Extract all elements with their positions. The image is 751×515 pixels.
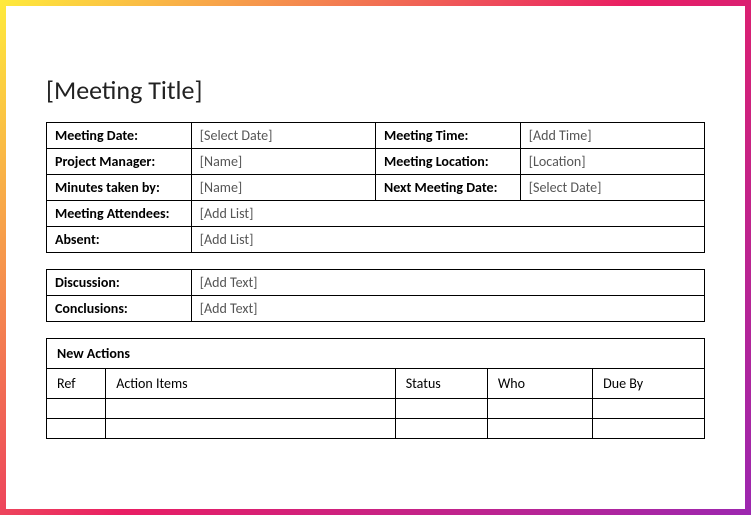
project-manager-value[interactable]: [Name] (191, 149, 375, 175)
meeting-location-label: Meeting Location: (375, 149, 520, 175)
actions-heading: New Actions (47, 339, 705, 369)
meeting-date-label: Meeting Date: (47, 123, 192, 149)
col-due-header: Due By (593, 369, 705, 399)
meeting-title[interactable]: [Meeting Title] (46, 74, 705, 106)
meeting-time-value[interactable]: [Add Time] (520, 123, 704, 149)
project-manager-label: Project Manager: (47, 149, 192, 175)
meeting-time-label: Meeting Time: (375, 123, 520, 149)
action-ref-cell[interactable] (47, 419, 106, 439)
discussion-table: Discussion: [Add Text] Conclusions: [Add… (46, 269, 705, 322)
discussion-value[interactable]: [Add Text] (191, 270, 704, 296)
meeting-details-table: Meeting Date: [Select Date] Meeting Time… (46, 122, 705, 253)
actions-table: New Actions Ref Action Items Status Who … (46, 338, 705, 439)
minutes-taken-by-value[interactable]: [Name] (191, 175, 375, 201)
absent-value[interactable]: [Add List] (191, 227, 704, 253)
action-items-cell[interactable] (106, 419, 396, 439)
col-who-header: Who (487, 369, 592, 399)
col-ref-header: Ref (47, 369, 106, 399)
next-meeting-date-value[interactable]: [Select Date] (520, 175, 704, 201)
action-row[interactable] (47, 419, 705, 439)
attendees-label: Meeting Attendees: (47, 201, 192, 227)
action-ref-cell[interactable] (47, 399, 106, 419)
col-items-header: Action Items (106, 369, 396, 399)
action-who-cell[interactable] (487, 419, 592, 439)
meeting-location-value[interactable]: [Location] (520, 149, 704, 175)
next-meeting-date-label: Next Meeting Date: (375, 175, 520, 201)
action-due-cell[interactable] (593, 399, 705, 419)
document-page: [Meeting Title] Meeting Date: [Select Da… (6, 6, 745, 509)
meeting-date-value[interactable]: [Select Date] (191, 123, 375, 149)
action-who-cell[interactable] (487, 399, 592, 419)
action-status-cell[interactable] (395, 419, 487, 439)
discussion-label: Discussion: (47, 270, 192, 296)
action-row[interactable] (47, 399, 705, 419)
conclusions-label: Conclusions: (47, 296, 192, 322)
action-due-cell[interactable] (593, 419, 705, 439)
minutes-taken-by-label: Minutes taken by: (47, 175, 192, 201)
conclusions-value[interactable]: [Add Text] (191, 296, 704, 322)
action-items-cell[interactable] (106, 399, 396, 419)
attendees-value[interactable]: [Add List] (191, 201, 704, 227)
action-status-cell[interactable] (395, 399, 487, 419)
absent-label: Absent: (47, 227, 192, 253)
col-status-header: Status (395, 369, 487, 399)
header-placeholder (46, 24, 705, 74)
